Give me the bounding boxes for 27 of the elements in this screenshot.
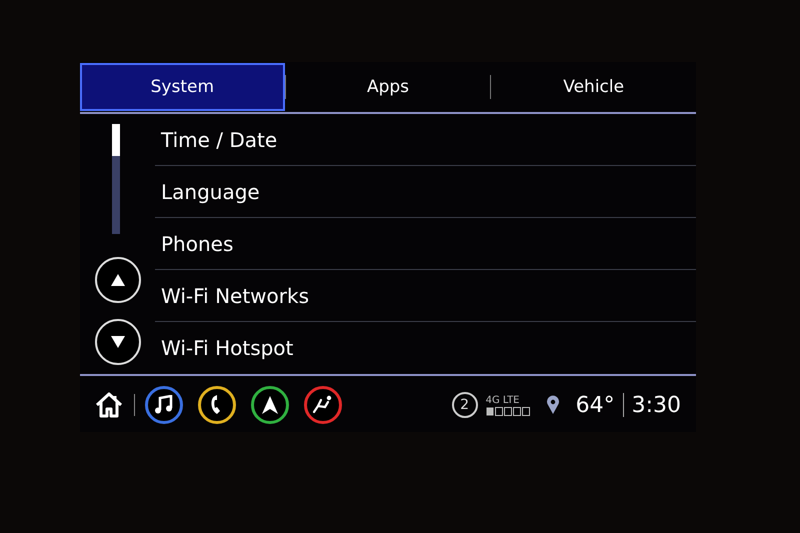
scrollbar[interactable] [112, 124, 120, 234]
location-pin-icon [546, 395, 560, 415]
temperature: 64° [576, 392, 615, 418]
phone-button[interactable] [198, 386, 236, 424]
seat-button[interactable] [304, 386, 342, 424]
signal-icon [486, 406, 530, 416]
music-button[interactable] [145, 386, 183, 424]
tab[interactable]: Vehicle [491, 63, 696, 111]
tab[interactable]: Apps [286, 63, 490, 111]
menu-item[interactable]: Wi-Fi Networks [155, 270, 696, 322]
scroll-down-button[interactable] [95, 319, 141, 365]
menu-item[interactable]: Wi-Fi Hotspot [155, 322, 696, 373]
clock-time: 3:30 [632, 392, 681, 418]
music-note-icon [154, 395, 174, 415]
scroll-up-button[interactable] [95, 257, 141, 303]
menu-item[interactable]: Phones [155, 218, 696, 270]
notification-count: 2 [452, 392, 478, 418]
network-type: 4G LTE [486, 394, 520, 406]
up-triangle-icon [110, 273, 126, 287]
menu-item[interactable]: Time / Date [155, 114, 696, 166]
down-triangle-icon [110, 335, 126, 349]
navigation-arrow-icon [261, 395, 279, 415]
navigation-button[interactable] [251, 386, 289, 424]
home-icon[interactable] [94, 392, 124, 418]
tab[interactable]: System [80, 63, 285, 111]
menu-item[interactable]: Language [155, 166, 696, 218]
reclining-seat-icon [312, 395, 334, 415]
